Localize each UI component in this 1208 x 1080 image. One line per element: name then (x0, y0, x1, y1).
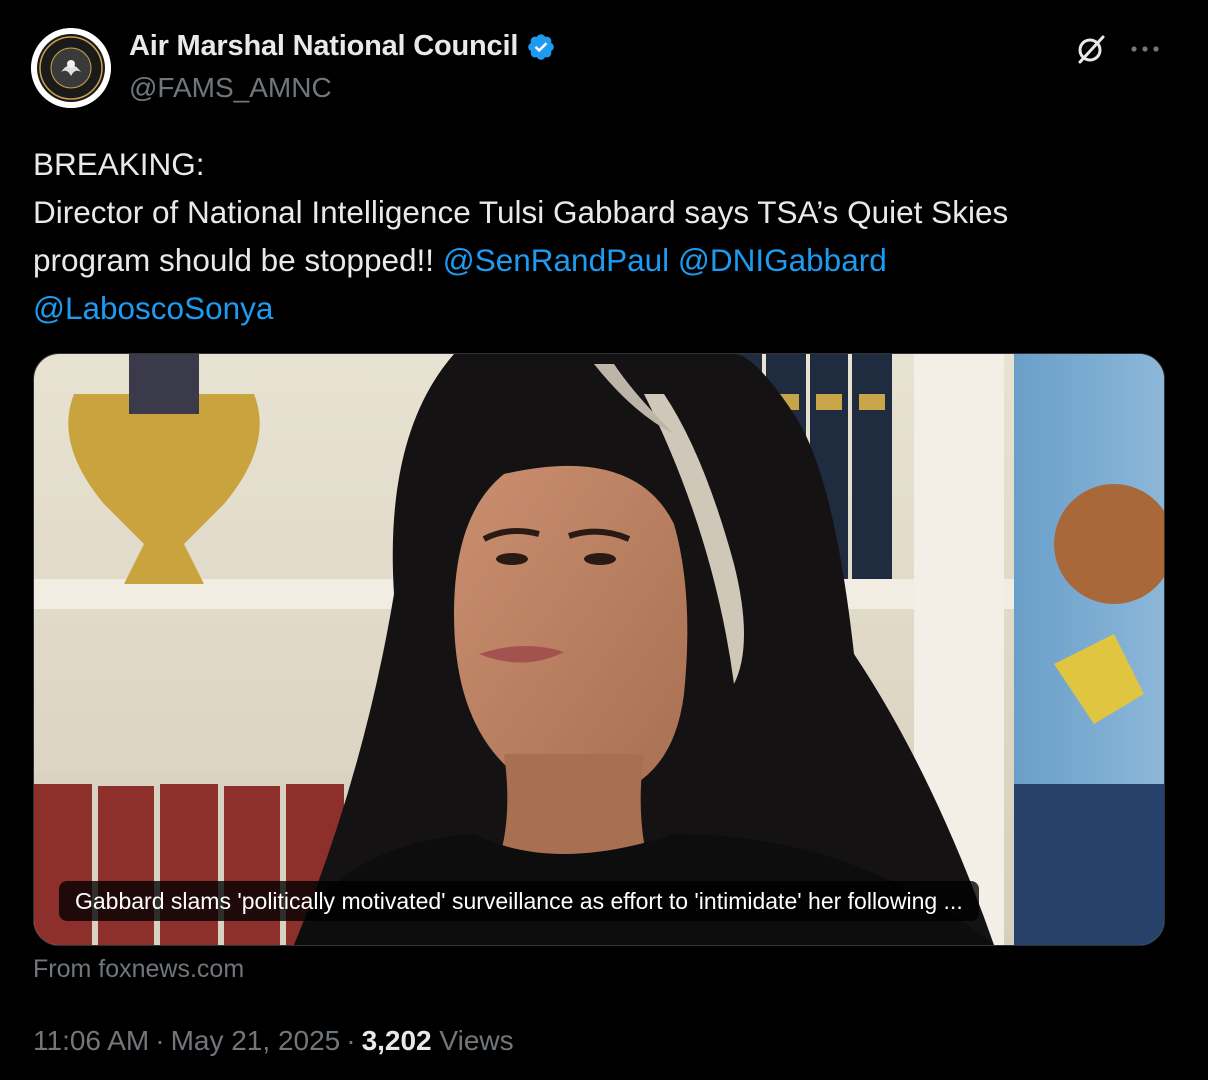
mention-laboscosonya[interactable]: @LaboscoSonya (33, 290, 273, 326)
views-label: Views (439, 1025, 514, 1056)
tweet-line-3-text: program should be stopped!! (33, 242, 443, 278)
mention-senrandpaul[interactable]: @SenRandPaul (443, 242, 669, 278)
more-button[interactable] (1128, 34, 1164, 64)
seal-icon (31, 28, 111, 108)
grok-icon (1078, 35, 1105, 64)
more-icon (1131, 46, 1159, 52)
author-name-row: Air Marshal National Council (129, 30, 556, 63)
tweet-line-breaking: BREAKING: (33, 146, 205, 182)
tweet-line-3: program should be stopped!! @SenRandPaul… (33, 236, 1153, 284)
views-count: 3,202 (361, 1025, 432, 1056)
tweet-time[interactable]: 11:06 AM (33, 1025, 149, 1056)
separator: · (346, 1025, 356, 1056)
tweet-date[interactable]: May 21, 2025 (171, 1025, 341, 1056)
separator: · (155, 1025, 165, 1056)
avatar[interactable] (31, 28, 111, 108)
author-handle[interactable]: @FAMS_AMNC (129, 72, 332, 104)
author-display-name[interactable]: Air Marshal National Council (129, 30, 518, 63)
card-caption: Gabbard slams 'politically motivated' su… (59, 881, 979, 921)
tweet-line-4: @LaboscoSonya (33, 284, 1153, 332)
tweet-text: BREAKING: Director of National Intellige… (33, 140, 1153, 332)
card-source[interactable]: From foxnews.com (33, 955, 244, 984)
link-card[interactable]: Gabbard slams 'politically motivated' su… (33, 353, 1165, 946)
grok-button[interactable] (1073, 31, 1109, 67)
article-photo (34, 354, 1164, 945)
tweet-line-2: Director of National Intelligence Tulsi … (33, 194, 1009, 230)
tweet-meta: 11:06 AM · May 21, 2025 · 3,202 Views (33, 1025, 514, 1057)
mention-dnigabbard[interactable]: @DNIGabbard (678, 242, 887, 278)
verified-badge-icon[interactable] (526, 32, 556, 62)
